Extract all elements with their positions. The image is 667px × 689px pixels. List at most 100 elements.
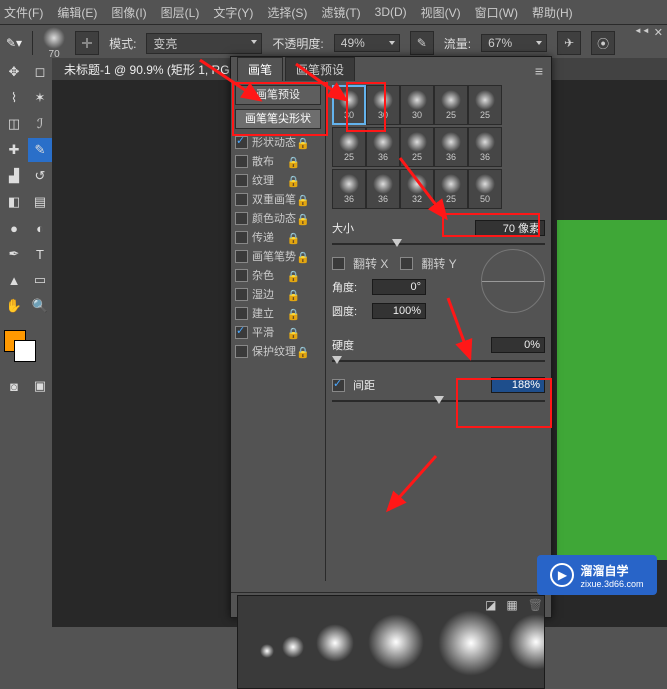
lock-icon[interactable]: 🔒 <box>296 194 321 204</box>
menu-file[interactable]: 文件(F) <box>4 4 43 21</box>
angle-widget[interactable] <box>481 249 545 313</box>
brush-tip-cell[interactable]: 25 <box>332 127 366 167</box>
brush-option-11[interactable]: 保护纹理🔒 <box>231 342 325 360</box>
brush-tip-cell[interactable]: 32 <box>400 169 434 209</box>
brush-tip-cell[interactable]: 36 <box>366 127 400 167</box>
brush-tip-cell[interactable]: 36 <box>332 169 366 209</box>
lock-icon[interactable]: 🔒 <box>296 213 321 223</box>
brush-option-2[interactable]: 纹理🔒 <box>231 171 325 189</box>
option-checkbox[interactable] <box>235 288 248 301</box>
brush-panel-toggle-button[interactable] <box>75 31 99 55</box>
flip-x-checkbox[interactable] <box>332 257 345 270</box>
size-slider[interactable] <box>332 239 545 249</box>
spacing-input[interactable] <box>491 377 545 393</box>
pen-tool[interactable]: ✒ <box>2 242 26 266</box>
path-select-tool[interactable]: ▲ <box>2 268 26 292</box>
eyedropper-tool[interactable]: ℐ <box>28 112 52 136</box>
trash-icon[interactable]: 🗑 <box>528 598 543 612</box>
brush-option-1[interactable]: 散布🔒 <box>231 152 325 170</box>
option-checkbox[interactable] <box>235 136 248 149</box>
option-checkbox[interactable] <box>235 250 248 263</box>
lock-icon[interactable]: 🔒 <box>296 251 321 261</box>
pressure-opacity-button[interactable]: ✎ <box>410 31 434 55</box>
toggle-preview-icon[interactable]: ◪ <box>485 598 496 612</box>
brush-tip-shape-header[interactable]: 画笔笔尖形状 <box>235 109 321 129</box>
background-swatch[interactable] <box>14 340 36 362</box>
option-checkbox[interactable] <box>235 174 248 187</box>
lock-icon[interactable]: 🔒 <box>296 346 321 356</box>
hand-tool[interactable]: ✋ <box>2 294 26 318</box>
brush-tip-cell[interactable]: 36 <box>468 127 502 167</box>
menu-edit[interactable]: 编辑(E) <box>57 4 97 21</box>
lock-icon[interactable]: 🔒 <box>287 327 322 337</box>
brush-tip-cell[interactable]: 25 <box>434 85 468 125</box>
screenmode-button[interactable]: ▣ <box>28 374 52 398</box>
brush-tip-cell[interactable]: 30 <box>400 85 434 125</box>
flow-input[interactable]: 67% <box>481 34 547 52</box>
option-checkbox[interactable] <box>235 326 248 339</box>
hardness-input[interactable] <box>491 337 545 353</box>
menu-help[interactable]: 帮助(H) <box>532 4 573 21</box>
brush-tool[interactable]: ✎ <box>28 138 52 162</box>
opacity-input[interactable]: 49% <box>334 34 400 52</box>
quick-select-tool[interactable]: ✶ <box>28 86 52 110</box>
gradient-tool[interactable]: ▤ <box>28 190 52 214</box>
spacing-slider[interactable] <box>332 396 545 406</box>
brush-option-8[interactable]: 湿边🔒 <box>231 285 325 303</box>
airbrush-button[interactable]: ✈ <box>557 31 581 55</box>
roundness-input[interactable] <box>372 303 426 319</box>
history-brush-tool[interactable]: ↺ <box>28 164 52 188</box>
brush-option-7[interactable]: 杂色🔒 <box>231 266 325 284</box>
lock-icon[interactable]: 🔒 <box>287 270 322 280</box>
tab-brush[interactable]: 画笔 <box>237 57 283 81</box>
option-checkbox[interactable] <box>235 212 248 225</box>
panel-menu-icon[interactable]: ≡ <box>535 63 543 79</box>
lock-icon[interactable]: 🔒 <box>296 137 321 147</box>
quickmask-button[interactable]: ◙ <box>2 374 26 398</box>
brush-tip-cell[interactable]: 30 <box>366 85 400 125</box>
brush-tip-cell[interactable]: 25 <box>434 169 468 209</box>
zoom-tool[interactable]: 🔍 <box>28 294 52 318</box>
brush-option-0[interactable]: 形状动态🔒 <box>231 133 325 151</box>
option-checkbox[interactable] <box>235 269 248 282</box>
brush-tip-cell[interactable]: 36 <box>366 169 400 209</box>
pressure-size-button[interactable]: ⦿ <box>591 31 615 55</box>
brush-preset-picker[interactable]: 70 <box>43 27 65 60</box>
brush-tip-cell[interactable]: 25 <box>400 127 434 167</box>
menu-image[interactable]: 图像(I) <box>111 4 146 21</box>
angle-input[interactable] <box>372 279 426 295</box>
lock-icon[interactable]: 🔒 <box>287 156 322 166</box>
lock-icon[interactable]: 🔒 <box>287 175 322 185</box>
brush-tip-cell[interactable]: 25 <box>468 85 502 125</box>
collapse-icon[interactable]: ◄◄ <box>634 26 650 39</box>
shape-tool[interactable]: ▭ <box>28 268 52 292</box>
lock-icon[interactable]: 🔒 <box>287 289 322 299</box>
menu-layer[interactable]: 图层(L) <box>161 4 200 21</box>
brush-option-4[interactable]: 颜色动态🔒 <box>231 209 325 227</box>
flip-y-checkbox[interactable] <box>400 257 413 270</box>
lasso-tool[interactable]: ⌇ <box>2 86 26 110</box>
dodge-tool[interactable]: ◐ <box>28 216 52 240</box>
marquee-tool[interactable]: ◻ <box>28 60 52 84</box>
blend-mode-dropdown[interactable]: 变亮 <box>146 33 262 54</box>
option-checkbox[interactable] <box>235 231 248 244</box>
brush-tip-cell[interactable]: 36 <box>434 127 468 167</box>
new-preset-icon[interactable]: ▦ <box>506 598 517 612</box>
type-tool[interactable]: T <box>28 242 52 266</box>
stamp-tool[interactable]: ▟ <box>2 164 26 188</box>
tab-brush-presets[interactable]: 画笔预设 <box>285 57 355 81</box>
blur-tool[interactable]: ● <box>2 216 26 240</box>
brush-option-3[interactable]: 双重画笔🔒 <box>231 190 325 208</box>
brush-tip-cell[interactable]: 50 <box>468 169 502 209</box>
menu-window[interactable]: 窗口(W) <box>475 4 518 21</box>
brush-option-9[interactable]: 建立🔒 <box>231 304 325 322</box>
brush-option-5[interactable]: 传递🔒 <box>231 228 325 246</box>
spacing-checkbox[interactable] <box>332 379 345 392</box>
option-checkbox[interactable] <box>235 155 248 168</box>
hardness-slider[interactable] <box>332 356 545 366</box>
close-icon[interactable]: ✕ <box>654 26 663 39</box>
size-input[interactable] <box>475 220 545 236</box>
option-checkbox[interactable] <box>235 307 248 320</box>
menu-3d[interactable]: 3D(D) <box>375 5 407 19</box>
menu-select[interactable]: 选择(S) <box>267 4 307 21</box>
